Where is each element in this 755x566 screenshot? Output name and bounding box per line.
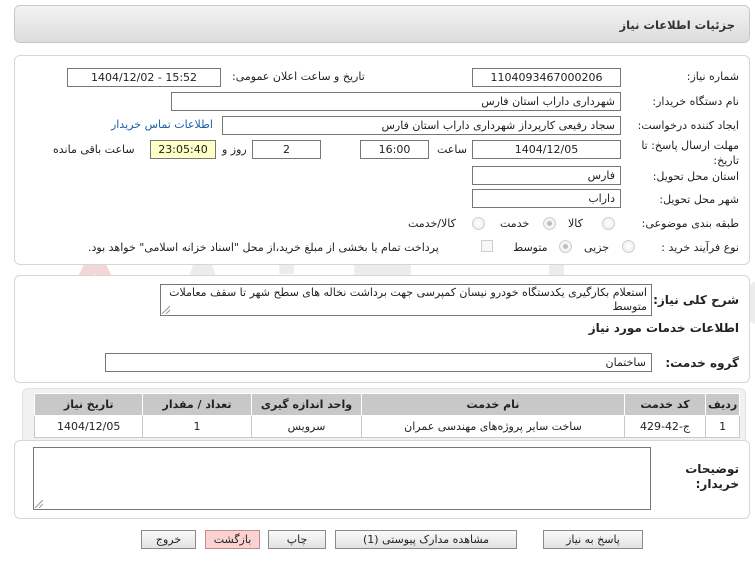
creator-field[interactable]: سجاد رفیعی کارپرداز شهرداری داراب استان … [222, 116, 621, 135]
deadline-date-field[interactable]: 1404/12/05 [472, 140, 621, 159]
deadline-time-field[interactable]: 16:00 [360, 140, 429, 159]
remaining-days-field[interactable]: 2 [252, 140, 321, 159]
buyer-org-field[interactable]: شهرداری داراب استان فارس [171, 92, 621, 111]
col-header-row: ردیف [705, 393, 740, 416]
process-option-minor: جزیی [584, 241, 610, 254]
need-number-field[interactable]: 1104093467000206 [472, 68, 621, 87]
service-group-field[interactable]: ساختمان [105, 353, 652, 372]
back-button[interactable]: بازگشت [205, 530, 260, 549]
window-title-bar: جزئیات اطلاعات نیاز [14, 5, 750, 43]
cell-service-code: ج-42-429 [623, 415, 707, 438]
category-label: طبقه بندی موضوعی: [641, 217, 739, 230]
deadline-time-label: ساعت [437, 143, 467, 156]
need-number-label: شماره نیاز: [686, 70, 739, 83]
process-radio-medium[interactable] [559, 240, 572, 253]
city-field[interactable]: داراب [472, 189, 621, 208]
cell-service-name: ساخت سایر پروژه‌های مهندسی عمران [361, 415, 625, 438]
buyer-org-label: نام دستگاه خریدار: [652, 95, 739, 108]
process-option-medium: متوسط [513, 241, 548, 254]
treasury-payment-checkbox[interactable] [481, 240, 493, 252]
cell-quantity: 1 [142, 415, 252, 438]
buyer-contact-link[interactable]: اطلاعات تماس خریدار [111, 118, 213, 131]
treasury-payment-note: پرداخت تمام یا بخشی از مبلغ خرید،از محل … [88, 241, 439, 254]
province-label: استان محل تحویل: [652, 170, 739, 183]
category-option-goods-service: کالا/خدمت [408, 217, 456, 230]
description-label: شرح کلی نیاز: [653, 293, 739, 307]
notes-resize-grip-icon[interactable] [35, 500, 43, 508]
col-header-quantity: تعداد / مقدار [142, 393, 252, 416]
col-header-service-code: کد خدمت [623, 393, 707, 416]
services-table: ردیف کد خدمت نام خدمت واحد اندازه گیری ت… [33, 393, 740, 438]
view-attachments-button[interactable]: مشاهده مدارک پیوستی (1) [335, 530, 517, 549]
window-title: جزئیات اطلاعات نیاز [619, 18, 735, 32]
city-label: شهر محل تحویل: [659, 193, 739, 206]
cell-row-number: 1 [705, 415, 740, 438]
deadline-label: مهلت ارسال پاسخ: تا تاریخ: [641, 139, 739, 167]
cell-need-date: 1404/12/05 [33, 415, 144, 438]
buyer-notes-label: توضیحات خریدار: [685, 462, 739, 491]
service-group-label: گروه خدمت: [665, 356, 739, 370]
print-button[interactable]: چاپ [268, 530, 326, 549]
resize-grip-icon[interactable] [162, 306, 170, 314]
col-header-service-name: نام خدمت [361, 393, 625, 416]
exit-button[interactable]: خروج [141, 530, 196, 549]
process-radio-minor[interactable] [622, 240, 635, 253]
reply-button[interactable]: پاسخ به نیاز [543, 530, 643, 549]
category-radio-goods-service[interactable] [472, 217, 485, 230]
creator-label: ایجاد کننده درخواست: [637, 119, 739, 132]
table-row[interactable]: 1 ج-42-429 ساخت سایر پروژه‌های مهندسی عم… [33, 415, 740, 438]
remaining-days-label: روز و [222, 143, 247, 156]
category-radio-service[interactable] [543, 217, 556, 230]
category-option-service: خدمت [500, 217, 530, 230]
category-radio-goods[interactable] [602, 217, 615, 230]
table-header-row: ردیف کد خدمت نام خدمت واحد اندازه گیری ت… [33, 393, 740, 416]
services-heading: اطلاعات خدمات مورد نیاز [588, 321, 739, 335]
cell-unit: سرویس [250, 415, 363, 438]
announce-datetime-label: تاریخ و ساعت اعلان عمومی: [232, 70, 365, 83]
announce-datetime-field[interactable]: 1404/12/02 - 15:52 [67, 68, 221, 87]
remaining-time-field[interactable]: 23:05:40 [150, 140, 216, 159]
category-option-goods: کالا [568, 217, 583, 230]
col-header-need-date: تاریخ نیاز [33, 393, 144, 416]
remaining-time-label: ساعت باقی مانده [53, 143, 135, 156]
province-field[interactable]: فارس [472, 166, 621, 185]
process-label: نوع فرآیند خرید : [661, 241, 739, 254]
col-header-unit: واحد اندازه گیری [250, 393, 363, 416]
description-field[interactable]: استعلام بکارگیری یکدستگاه خودرو نیسان کم… [160, 284, 652, 316]
buyer-notes-field[interactable] [33, 447, 651, 510]
